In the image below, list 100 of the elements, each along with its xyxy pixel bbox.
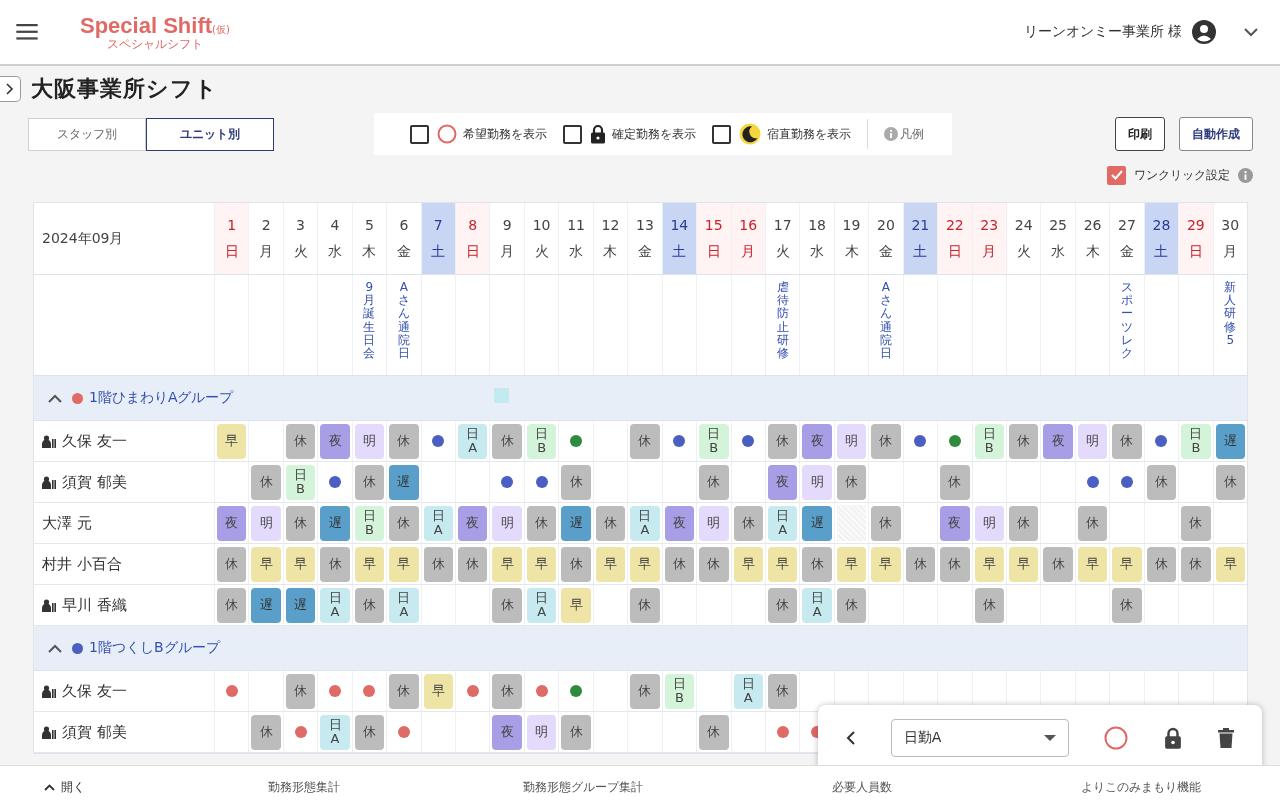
shift-chip[interactable]: 休: [595, 505, 626, 541]
shift-chip[interactable]: 休: [354, 714, 385, 750]
chevron-icon[interactable]: [48, 643, 62, 653]
shift-chip[interactable]: 夜: [217, 505, 247, 541]
shift-chip[interactable]: 夜: [664, 505, 695, 541]
shift-chip[interactable]: 夜: [320, 423, 350, 459]
shift-chip[interactable]: 明: [836, 423, 867, 459]
trash-icon[interactable]: [1218, 727, 1235, 749]
shift-chip[interactable]: 休: [836, 464, 867, 500]
shift-chip[interactable]: 早: [217, 423, 247, 459]
sidebar-toggle[interactable]: [0, 76, 21, 102]
shift-chip[interactable]: 早: [733, 546, 763, 582]
shift-chip[interactable]: 明: [1077, 423, 1108, 459]
shift-chip[interactable]: 休: [871, 423, 901, 459]
legend-link[interactable]: 凡例: [884, 125, 924, 143]
shift-chip[interactable]: 早: [423, 673, 454, 709]
shift-chip[interactable]: 休: [836, 587, 867, 623]
shift-chip[interactable]: 日A: [733, 673, 763, 709]
shift-chip[interactable]: 早: [871, 546, 901, 582]
shift-chip[interactable]: 休: [1008, 505, 1039, 541]
shift-chip[interactable]: 夜: [1043, 423, 1073, 459]
shift-chip[interactable]: 日B: [1181, 423, 1211, 459]
shift-chip[interactable]: 休: [1146, 464, 1177, 500]
shift-chip[interactable]: 休: [526, 505, 557, 541]
circle-icon[interactable]: [1104, 726, 1129, 750]
shift-chip[interactable]: 休: [699, 464, 729, 500]
shift-chip[interactable]: 明: [526, 714, 557, 750]
shift-chip[interactable]: 日A: [802, 587, 832, 623]
shift-chip[interactable]: 日A: [320, 587, 350, 623]
shift-chip[interactable]: 早: [285, 546, 316, 582]
action-button[interactable]: 印刷: [1115, 117, 1165, 151]
shift-chip[interactable]: 休: [802, 546, 832, 582]
one-click-checkbox[interactable]: [1107, 165, 1126, 185]
shift-chip[interactable]: 休: [733, 505, 763, 541]
shift-chip[interactable]: 日A: [389, 587, 419, 623]
shift-chip[interactable]: 休: [389, 423, 419, 459]
chevron-down-icon[interactable]: [1244, 27, 1258, 37]
shift-chip[interactable]: 休: [561, 714, 591, 750]
shift-chip[interactable]: 日A: [526, 587, 557, 623]
avatar-icon[interactable]: [1192, 20, 1216, 44]
shift-select[interactable]: 日勤A: [890, 719, 1069, 757]
shift-chip[interactable]: 明: [802, 464, 832, 500]
shift-chip[interactable]: 早: [251, 546, 281, 582]
lock-icon[interactable]: [1164, 726, 1183, 750]
shift-chip[interactable]: 休: [1008, 423, 1039, 459]
shift-chip[interactable]: 遅: [802, 505, 832, 541]
shift-chip[interactable]: 休: [664, 546, 695, 582]
shift-chip[interactable]: 休: [492, 587, 522, 623]
shift-chip[interactable]: 休: [285, 505, 316, 541]
shift-chip[interactable]: 休: [1146, 546, 1177, 582]
shift-chip[interactable]: 日B: [664, 673, 695, 709]
shift-chip[interactable]: 休: [630, 423, 660, 459]
shift-chip[interactable]: 休: [251, 714, 281, 750]
checkbox[interactable]: [712, 124, 731, 144]
shift-chip[interactable]: 休: [630, 673, 660, 709]
shift-chip[interactable]: 日B: [699, 423, 729, 459]
shift-chip[interactable]: 休: [458, 546, 488, 582]
shift-chip[interactable]: 早: [492, 546, 522, 582]
shift-chip[interactable]: 日A: [767, 505, 798, 541]
shift-chip[interactable]: 休: [285, 423, 316, 459]
shift-chip[interactable]: 早: [561, 587, 591, 623]
shift-chip[interactable]: 休: [423, 546, 454, 582]
shift-chip[interactable]: 明: [699, 505, 729, 541]
shift-chip[interactable]: 夜: [802, 423, 832, 459]
shift-chip[interactable]: 休: [1112, 587, 1142, 623]
shift-chip[interactable]: 早: [389, 546, 419, 582]
shift-chip[interactable]: 日B: [974, 423, 1004, 459]
checkbox[interactable]: [410, 124, 429, 144]
shift-chip[interactable]: 日A: [630, 505, 660, 541]
shift-chip[interactable]: 夜: [492, 714, 522, 750]
shift-chip[interactable]: 日A: [320, 714, 350, 750]
view-tab[interactable]: ユニット別: [146, 117, 274, 151]
bottom-tab[interactable]: 必要人員数: [722, 778, 1001, 796]
shift-chip[interactable]: 休: [1043, 546, 1073, 582]
shift-chip[interactable]: 休: [251, 464, 281, 500]
shift-chip[interactable]: 夜: [940, 505, 970, 541]
shift-chip[interactable]: 早: [836, 546, 867, 582]
shift-chip[interactable]: 休: [699, 546, 729, 582]
shift-chip[interactable]: 休: [561, 546, 591, 582]
shift-chip[interactable]: 休: [871, 505, 901, 541]
checkbox[interactable]: [563, 124, 582, 144]
shift-chip[interactable]: 休: [389, 673, 419, 709]
shift-chip[interactable]: 遅: [561, 505, 591, 541]
bottom-tab[interactable]: よりこのみまもり機能: [1001, 778, 1280, 796]
shift-chip[interactable]: 休: [285, 673, 316, 709]
shift-chip[interactable]: 早: [1008, 546, 1039, 582]
shift-chip[interactable]: 休: [940, 546, 970, 582]
shift-chip[interactable]: 休: [320, 546, 350, 582]
view-tab[interactable]: スタッフ別: [28, 117, 146, 151]
shift-chip[interactable]: 休: [217, 587, 247, 623]
shift-chip[interactable]: 休: [630, 587, 660, 623]
shift-chip[interactable]: 日B: [285, 464, 316, 500]
shift-chip[interactable]: 休: [767, 587, 798, 623]
shift-chip[interactable]: 休: [217, 546, 247, 582]
shift-chip[interactable]: 夜: [458, 505, 488, 541]
shift-chip[interactable]: 休: [767, 423, 798, 459]
shift-chip[interactable]: 早: [1077, 546, 1108, 582]
shift-chip[interactable]: 休: [1112, 423, 1142, 459]
shift-chip[interactable]: 日A: [458, 423, 488, 459]
shift-chip[interactable]: 休: [1181, 505, 1211, 541]
